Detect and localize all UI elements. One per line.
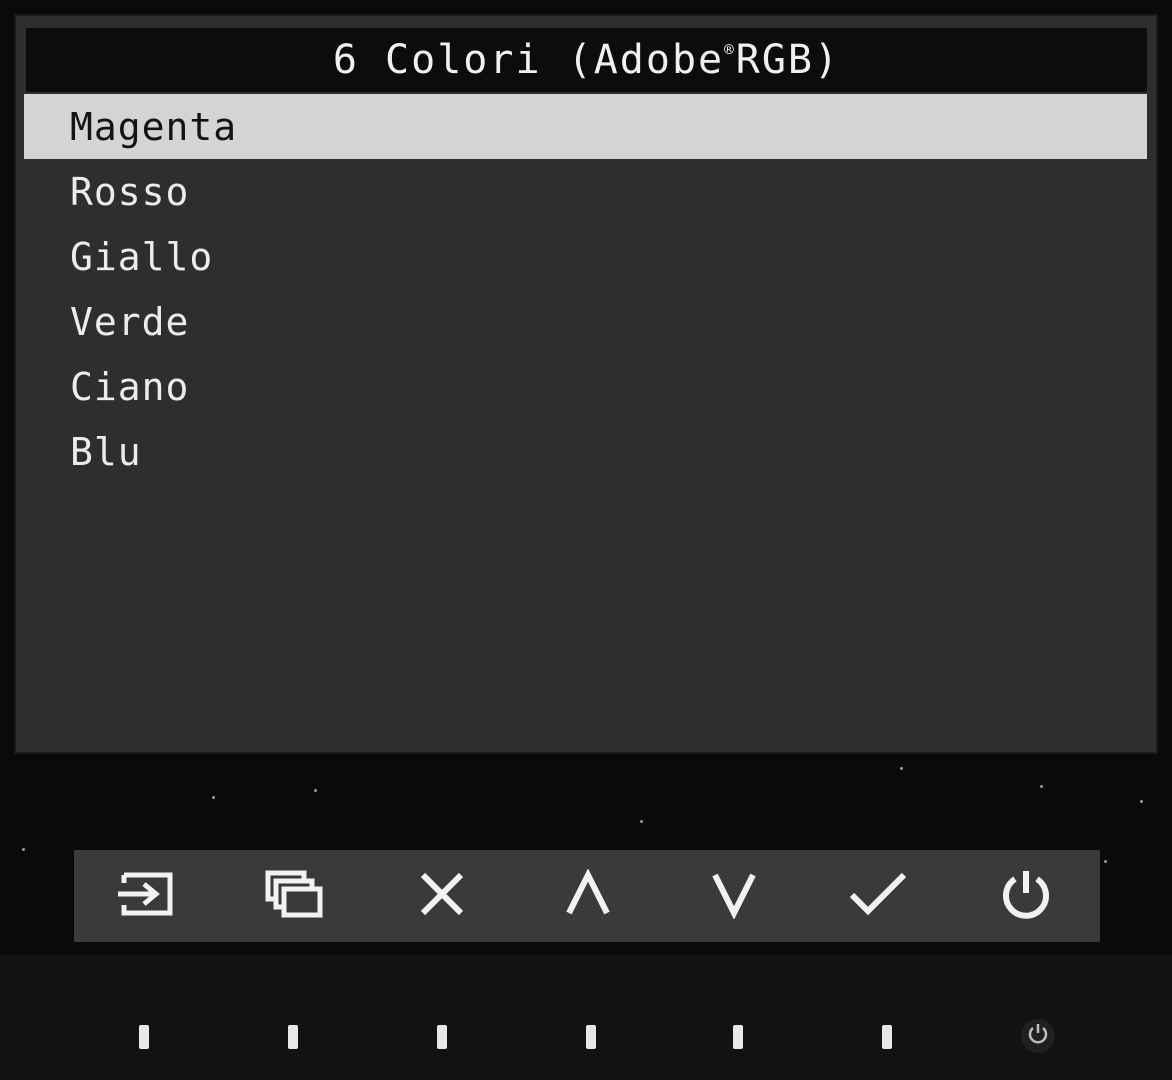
menu-item-verde[interactable]: Verde: [24, 289, 1147, 354]
bezel-speck: [314, 789, 317, 792]
menu-item-label: Blu: [70, 429, 142, 474]
hardware-key-5[interactable]: [733, 1025, 743, 1049]
close-button[interactable]: [412, 866, 472, 926]
bezel-speck: [1104, 860, 1107, 863]
menu-item-ciano[interactable]: Ciano: [24, 354, 1147, 419]
registered-mark: ®: [724, 40, 736, 59]
input-switch-icon: [116, 869, 176, 923]
down-arrow-icon: [709, 869, 759, 923]
hardware-power-key[interactable]: [1021, 1019, 1055, 1053]
menu-item-rosso[interactable]: Rosso: [24, 159, 1147, 224]
menu-item-label: Ciano: [70, 364, 190, 409]
power-button[interactable]: [996, 866, 1056, 926]
menu-item-label: Magenta: [70, 104, 238, 149]
osd-title: 6 Colori (Adobe®RGB): [333, 37, 840, 83]
windows-button[interactable]: [264, 866, 324, 926]
color-menu-list: Magenta Rosso Giallo Verde Ciano Blu: [24, 94, 1147, 484]
hardware-key-3[interactable]: [437, 1025, 447, 1049]
menu-item-giallo[interactable]: Giallo: [24, 224, 1147, 289]
bezel-speck: [22, 848, 25, 851]
hardware-key-6[interactable]: [882, 1025, 892, 1049]
checkmark-icon: [848, 869, 908, 923]
windows-icon: [264, 869, 324, 923]
osd-title-tail: RGB): [735, 37, 841, 83]
monitor-bezel: [0, 955, 1172, 1080]
menu-item-label: Giallo: [70, 234, 214, 279]
power-icon: [1026, 1022, 1050, 1050]
confirm-button[interactable]: [848, 866, 908, 926]
bezel-speck: [640, 820, 643, 823]
bezel-speck: [1040, 785, 1043, 788]
menu-item-blu[interactable]: Blu: [24, 419, 1147, 484]
close-icon: [417, 869, 467, 923]
bezel-speck: [900, 767, 903, 770]
down-button[interactable]: [704, 866, 764, 926]
power-icon: [999, 867, 1053, 925]
menu-item-magenta[interactable]: Magenta: [24, 94, 1147, 159]
up-button[interactable]: [558, 866, 618, 926]
up-arrow-icon: [563, 868, 613, 923]
osd-title-main: 6 Colori (Adobe: [332, 37, 725, 83]
menu-item-label: Verde: [70, 299, 190, 344]
bezel-speck: [212, 796, 215, 799]
bezel-speck: [1140, 800, 1143, 803]
hardware-key-2[interactable]: [288, 1025, 298, 1049]
hardware-key-4[interactable]: [586, 1025, 596, 1049]
input-switch-button[interactable]: [116, 866, 176, 926]
menu-item-label: Rosso: [70, 169, 190, 214]
osd-button-guide: [74, 850, 1100, 942]
hardware-key-1[interactable]: [139, 1025, 149, 1049]
osd-title-bar: 6 Colori (Adobe®RGB): [26, 28, 1147, 92]
